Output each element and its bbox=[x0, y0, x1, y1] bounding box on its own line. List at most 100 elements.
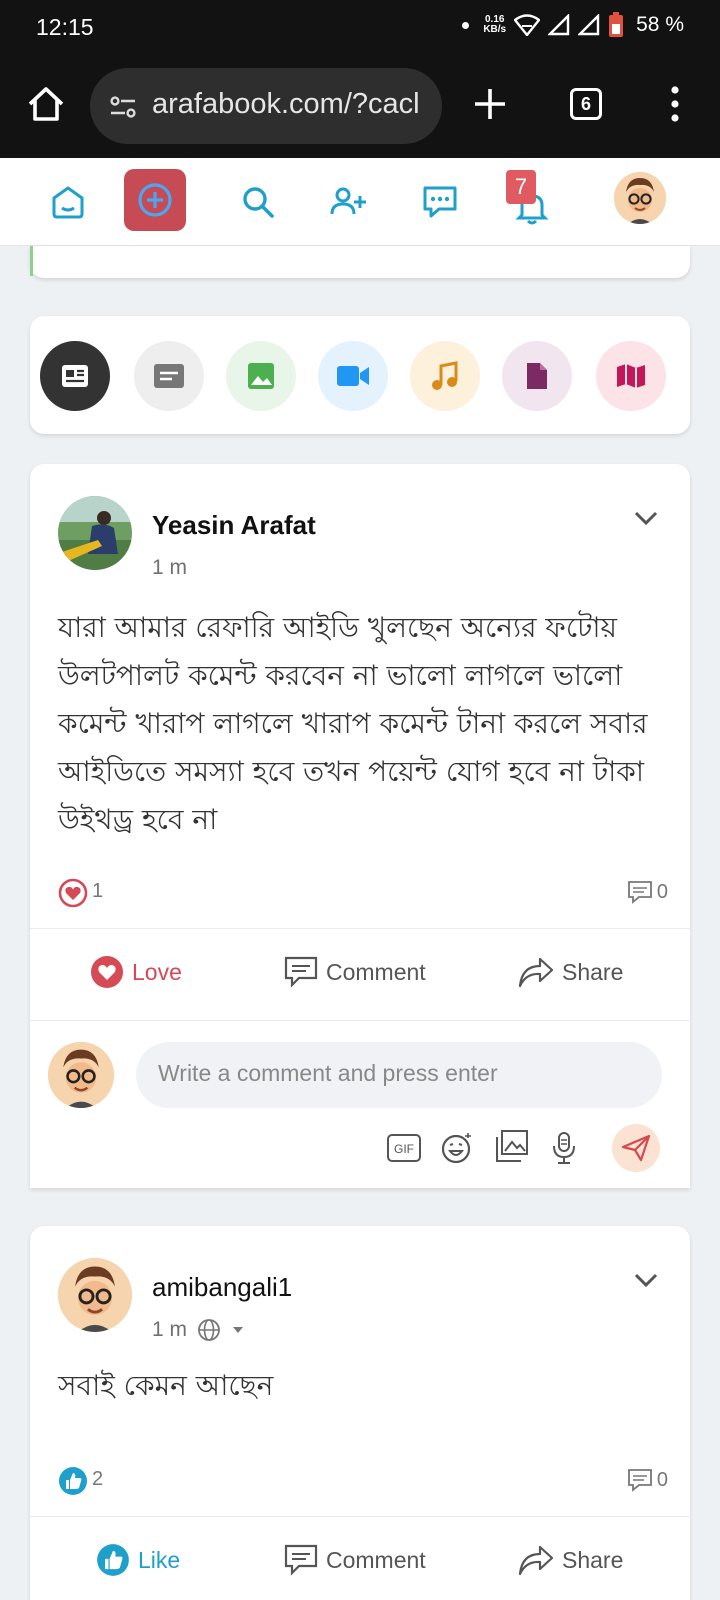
author-name[interactable]: amibangali1 bbox=[152, 1272, 292, 1303]
comment-button[interactable]: Comment bbox=[284, 952, 426, 992]
heart-icon bbox=[91, 956, 123, 988]
new-tab-button[interactable] bbox=[470, 82, 510, 126]
author-name[interactable]: Yeasin Arafat bbox=[152, 510, 316, 541]
file-icon bbox=[527, 363, 547, 389]
reaction-count: 2 bbox=[92, 1468, 104, 1490]
plus-icon bbox=[475, 89, 505, 119]
post-time: 1 m bbox=[152, 1318, 245, 1342]
share-button[interactable]: Share bbox=[518, 952, 623, 992]
battery-percent: 58 % bbox=[636, 13, 684, 36]
status-time: 12:15 bbox=[36, 14, 94, 40]
plus-circle-icon bbox=[138, 183, 172, 217]
comment-input[interactable] bbox=[158, 1060, 638, 1087]
music-icon bbox=[432, 361, 458, 390]
app-navbar: 7 bbox=[0, 158, 720, 246]
post-text: সবাই কেমন আছেন bbox=[58, 1369, 274, 1402]
type-file-button[interactable] bbox=[502, 341, 572, 411]
comment-icon bbox=[284, 956, 318, 988]
tab-switcher-button[interactable]: 6 bbox=[570, 88, 602, 120]
nav-messages[interactable] bbox=[420, 158, 460, 246]
gallery-icon bbox=[496, 1130, 528, 1162]
text-post-icon bbox=[154, 364, 184, 388]
comment-count-value: 0 bbox=[656, 880, 668, 903]
commenter-avatar bbox=[48, 1042, 114, 1108]
emoji-icon bbox=[441, 1133, 471, 1164]
comment-field[interactable] bbox=[136, 1042, 662, 1108]
comment-button[interactable]: Comment bbox=[284, 1540, 426, 1580]
microphone-icon bbox=[553, 1132, 575, 1164]
emoji-button[interactable] bbox=[440, 1130, 476, 1166]
photo-upload-button[interactable] bbox=[494, 1128, 530, 1164]
net-speed: 0.16 KB/s bbox=[483, 14, 507, 35]
map-icon bbox=[617, 364, 645, 388]
share-icon bbox=[518, 957, 554, 988]
nav-search[interactable] bbox=[238, 158, 278, 246]
love-button[interactable]: Love bbox=[90, 952, 182, 992]
comment-count-value: 0 bbox=[656, 1468, 668, 1491]
author-photo-icon bbox=[58, 496, 132, 570]
create-post-button[interactable] bbox=[124, 169, 186, 231]
comment-count[interactable]: 0 bbox=[627, 880, 668, 904]
privacy-caret-icon[interactable] bbox=[231, 1325, 245, 1335]
site-settings-icon[interactable] bbox=[108, 92, 138, 122]
profile-avatar[interactable] bbox=[614, 172, 666, 224]
image-icon bbox=[248, 363, 274, 389]
comment-icon bbox=[284, 1544, 318, 1576]
voice-button[interactable] bbox=[546, 1130, 582, 1166]
divider bbox=[30, 1020, 690, 1021]
signal-icon bbox=[578, 14, 600, 36]
comment-label: Comment bbox=[326, 1546, 426, 1573]
nav-add-friend[interactable] bbox=[328, 158, 368, 246]
share-icon bbox=[518, 1545, 554, 1576]
send-comment-button[interactable] bbox=[612, 1124, 660, 1172]
comment-count[interactable]: 0 bbox=[627, 1468, 668, 1492]
search-icon bbox=[243, 187, 274, 218]
avatar-icon bbox=[58, 1258, 132, 1332]
url-text: arafabook.com/?cacl bbox=[152, 88, 420, 120]
like-button[interactable]: Like bbox=[96, 1540, 180, 1580]
type-video-button[interactable] bbox=[318, 341, 388, 411]
gif-icon: GIF bbox=[387, 1134, 421, 1162]
comment-icon bbox=[627, 881, 652, 904]
chevron-down-icon[interactable] bbox=[632, 1266, 660, 1294]
reaction-summary: 1 0 bbox=[58, 878, 668, 908]
comment-icon bbox=[627, 1469, 652, 1492]
divider bbox=[30, 928, 690, 929]
type-text-button[interactable] bbox=[134, 341, 204, 411]
svg-text:GIF: GIF bbox=[394, 1142, 414, 1156]
author-avatar[interactable] bbox=[58, 1258, 132, 1332]
type-audio-button[interactable] bbox=[410, 341, 480, 411]
home-icon bbox=[52, 186, 84, 219]
gif-button[interactable]: GIF bbox=[386, 1130, 422, 1166]
post-type-selector bbox=[30, 316, 690, 434]
home-icon[interactable] bbox=[26, 84, 66, 124]
chevron-down-icon[interactable] bbox=[632, 504, 660, 532]
status-bar: 12:15 0.16 KB/s 58 % bbox=[0, 0, 720, 54]
type-image-button[interactable] bbox=[226, 341, 296, 411]
address-bar[interactable]: arafabook.com/?cacl bbox=[90, 68, 442, 144]
avatar-icon bbox=[614, 172, 666, 224]
wifi-icon bbox=[514, 14, 541, 36]
author-avatar[interactable] bbox=[58, 496, 132, 570]
signal-icon bbox=[548, 14, 570, 36]
share-button[interactable]: Share bbox=[518, 1540, 623, 1580]
notification-dot-icon bbox=[462, 21, 470, 29]
post-card: Yeasin Arafat 1 m যারা আমার রেফারি আইডি … bbox=[30, 464, 690, 1188]
more-menu-icon[interactable] bbox=[662, 84, 688, 124]
video-icon bbox=[337, 366, 369, 386]
reaction-summary: 2 0 bbox=[58, 1466, 668, 1496]
previous-card-edge bbox=[30, 246, 690, 278]
newspaper-icon bbox=[62, 365, 88, 387]
post-time-label: 1 m bbox=[152, 556, 188, 579]
thumbs-up-icon bbox=[97, 1544, 129, 1576]
type-newsfeed-button[interactable] bbox=[40, 341, 110, 411]
add-user-icon bbox=[330, 187, 366, 215]
share-label: Share bbox=[562, 958, 624, 985]
love-label: Love bbox=[132, 958, 182, 985]
nav-home[interactable] bbox=[48, 158, 88, 246]
post-card: amibangali1 1 m সবাই কেমন আছেন 2 0 Like … bbox=[30, 1226, 690, 1600]
comment-label: Comment bbox=[326, 958, 426, 985]
share-label: Share bbox=[562, 1546, 624, 1573]
post-time: 1 m bbox=[152, 556, 187, 580]
type-map-button[interactable] bbox=[596, 341, 666, 411]
